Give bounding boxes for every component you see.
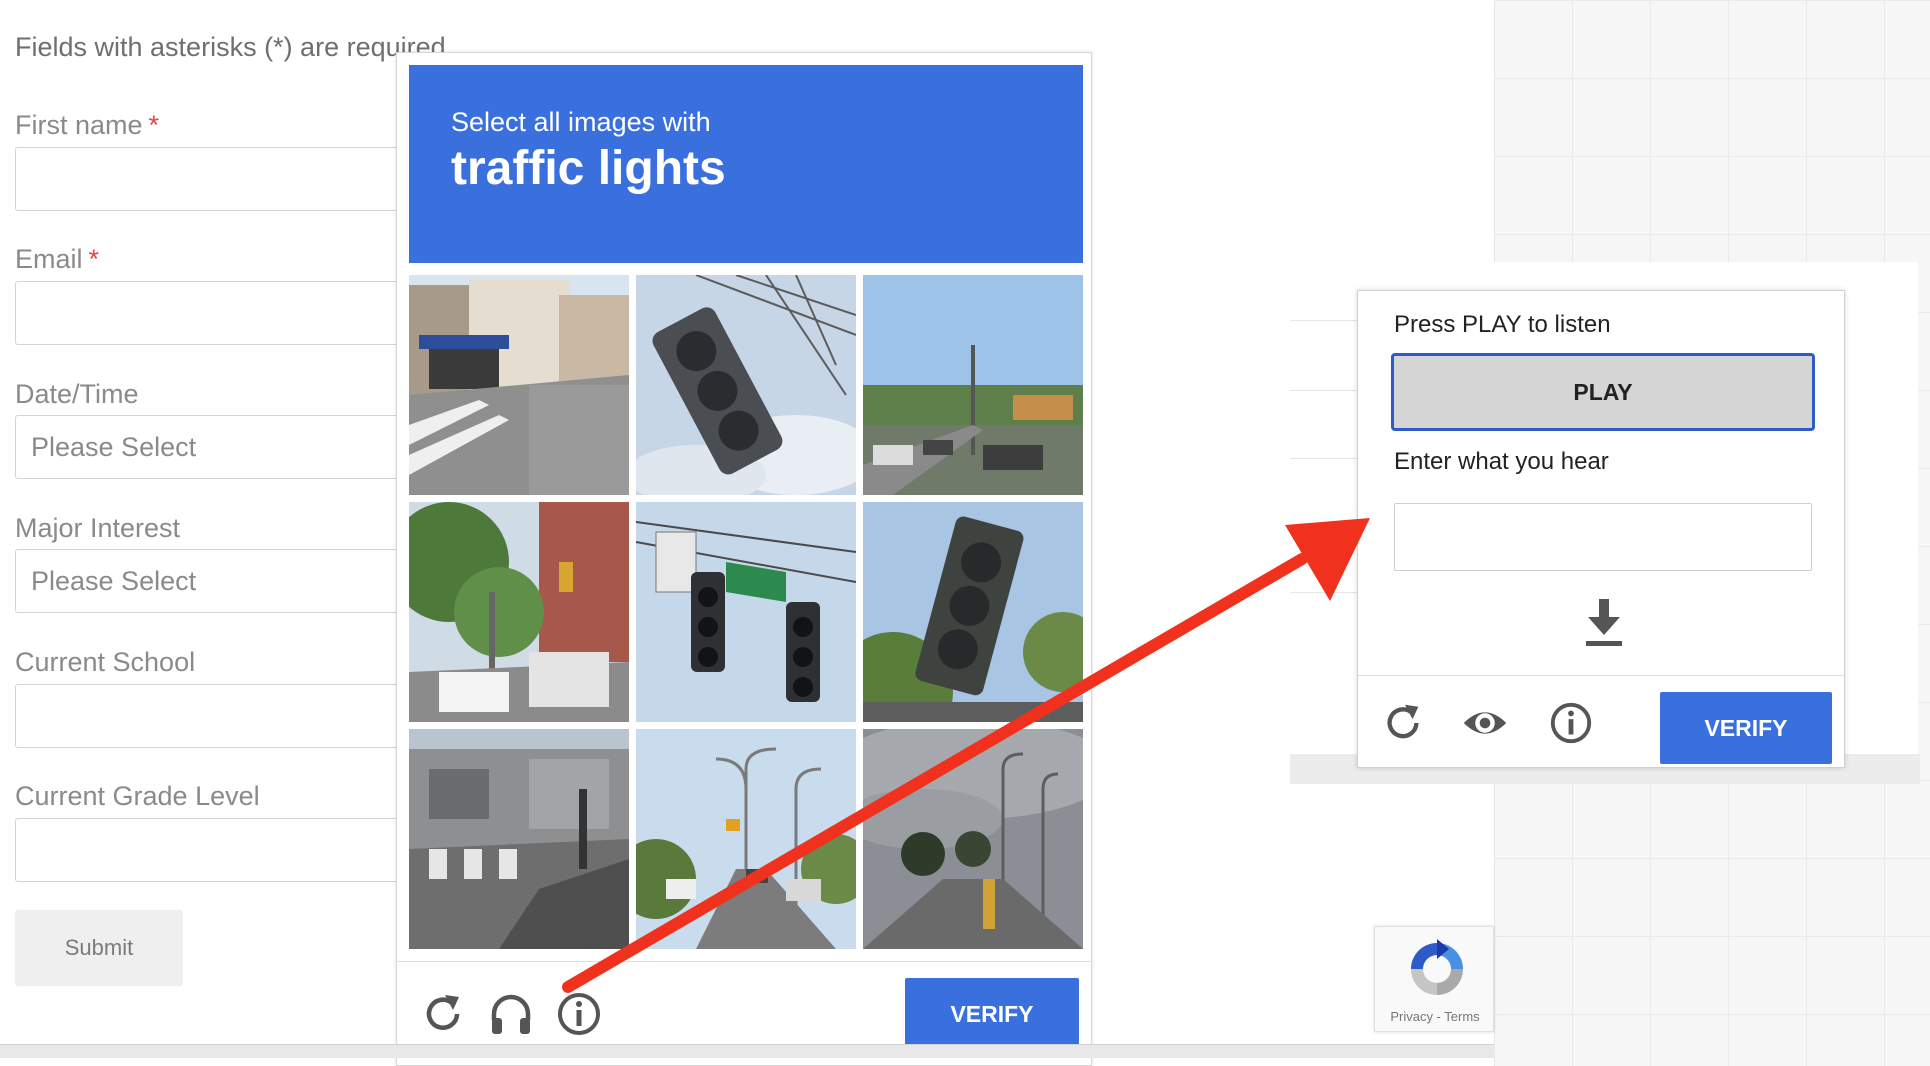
divider [1290, 390, 1358, 391]
road-with-cars-image[interactable] [863, 275, 1083, 495]
bottom-scrollbar [0, 1044, 1494, 1058]
headphones-icon[interactable] [487, 990, 535, 1038]
signup-form: Fields with asterisks (*) are required F… [0, 0, 446, 1066]
recaptcha-logo-icon [1411, 939, 1463, 995]
date-time-select[interactable]: Please Select [15, 415, 415, 479]
date-time-label: Date/Time [15, 379, 139, 409]
verify-button[interactable]: VERIFY [905, 978, 1079, 1050]
audio-captcha-footer: VERIFY [1358, 675, 1844, 767]
enter-instruction: Enter what you hear [1394, 448, 1609, 475]
listen-instruction: Press PLAY to listen [1394, 311, 1611, 338]
privacy-terms-link[interactable]: Privacy - Terms [1375, 1009, 1495, 1024]
first-name-label: First name * [15, 110, 160, 140]
street-corner-image[interactable] [409, 275, 629, 495]
traffic-light-tree-image[interactable] [863, 502, 1083, 722]
play-button[interactable]: PLAY [1391, 353, 1815, 431]
current-grade-level-label: Current Grade Level [15, 781, 260, 811]
download-icon[interactable] [1580, 597, 1628, 649]
major-interest-label: Major Interest [15, 513, 181, 543]
audio-verify-button[interactable]: VERIFY [1660, 692, 1832, 764]
divider [1290, 526, 1358, 527]
first-name-input[interactable] [15, 147, 415, 211]
required-asterisk: * [88, 244, 100, 274]
divider [1290, 320, 1358, 321]
audio-response-input[interactable] [1394, 503, 1812, 571]
divider [1290, 458, 1358, 459]
current-school-input[interactable] [15, 684, 415, 748]
cloudy-road-image[interactable] [863, 729, 1083, 949]
captcha-tile-grid [409, 275, 1083, 949]
captcha-instruction: Select all images with [451, 107, 711, 137]
captcha-header: Select all images with traffic lights [409, 65, 1083, 263]
screenshot-stage: Fields with asterisks (*) are required F… [0, 0, 1930, 1066]
email-label: Email * [15, 244, 100, 274]
recaptcha-badge[interactable]: Privacy - Terms [1374, 926, 1494, 1032]
captcha-target: traffic lights [451, 142, 726, 195]
eye-icon[interactable] [1462, 700, 1508, 746]
street-lamps-road-image[interactable] [636, 729, 856, 949]
divider [1290, 592, 1358, 593]
hanging-traffic-lights-image[interactable] [636, 502, 856, 722]
reload-icon[interactable] [1380, 700, 1426, 746]
traffic-light-closeup-image[interactable] [636, 275, 856, 495]
info-icon[interactable] [555, 990, 603, 1038]
current-school-label: Current School [15, 647, 196, 677]
audio-captcha-challenge: Press PLAY to listen PLAY Enter what you… [1357, 290, 1845, 768]
current-grade-level-input[interactable] [15, 818, 415, 882]
required-note: Fields with asterisks (*) are required [15, 32, 446, 62]
city-street-trees-image[interactable] [409, 502, 629, 722]
major-interest-select[interactable]: Please Select [15, 549, 415, 613]
required-asterisk: * [148, 110, 160, 140]
image-captcha-challenge: Select all images with traffic lights VE… [396, 52, 1092, 1066]
reload-icon[interactable] [419, 990, 467, 1038]
email-input[interactable] [15, 281, 415, 345]
info-icon[interactable] [1548, 700, 1594, 746]
crosswalk-image[interactable] [409, 729, 629, 949]
submit-button[interactable]: Submit [15, 910, 183, 986]
